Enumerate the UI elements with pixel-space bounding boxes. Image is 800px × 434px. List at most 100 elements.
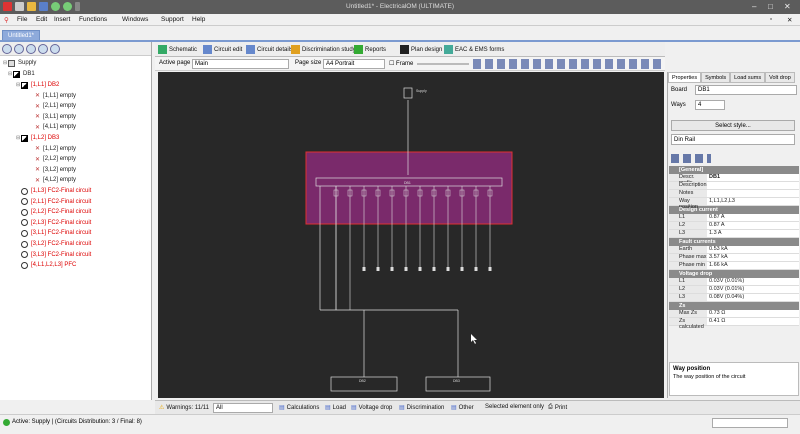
right-tab-properties[interactable]: Properties bbox=[668, 72, 702, 83]
property-value[interactable]: 1.3 A bbox=[707, 230, 799, 237]
tree-item[interactable]: [4,L1,L2,L3] PFC bbox=[16, 260, 76, 270]
property-row[interactable]: Descr. prefixDB1 bbox=[669, 174, 799, 186]
property-value[interactable]: 1.66 kA bbox=[707, 262, 799, 269]
property-row[interactable]: L2 0.03V (0.01%) bbox=[669, 286, 799, 294]
minimize-icon[interactable]: – bbox=[752, 2, 756, 11]
property-sort-icons[interactable] bbox=[671, 154, 711, 163]
menu-support[interactable]: Support bbox=[161, 16, 184, 23]
select-style-button[interactable]: Select style... bbox=[671, 120, 795, 131]
property-value[interactable]: 0.53 kA bbox=[707, 246, 799, 253]
property-section[interactable]: Design current bbox=[669, 206, 799, 214]
filter-discrimination[interactable]: ▤ Discrimination bbox=[399, 404, 444, 412]
property-row[interactable]: L1 0.87 A bbox=[669, 214, 799, 222]
property-row[interactable]: L3 0.08V (0.04%) bbox=[669, 294, 799, 302]
zoom-in-icon[interactable] bbox=[14, 44, 24, 54]
ways-select[interactable]: 4 bbox=[695, 100, 725, 110]
property-value[interactable] bbox=[707, 182, 799, 189]
board-name-input[interactable]: DB1 bbox=[695, 85, 797, 95]
property-value[interactable]: 0.87 A bbox=[707, 214, 799, 221]
property-row[interactable]: L2 0.87 A bbox=[669, 222, 799, 230]
property-row[interactable]: Earth 0.53 kA bbox=[669, 246, 799, 254]
tab-plan-design[interactable]: Plan design bbox=[400, 43, 442, 56]
property-section[interactable]: Fault currents bbox=[669, 238, 799, 246]
tree-item[interactable]: ✕ [2,L2] empty bbox=[30, 154, 76, 164]
selected-element-only-toggle[interactable]: Selected element only bbox=[485, 404, 544, 410]
property-value[interactable]: 0.03V (0.01%) bbox=[707, 278, 799, 285]
leaf-icon[interactable] bbox=[50, 44, 60, 54]
menu-help[interactable]: Help bbox=[192, 16, 205, 23]
warnings-toggle[interactable]: ⚠ Warnings: 11/11 bbox=[159, 404, 209, 412]
tree-item[interactable]: [3,L3] FC2-Final circuit bbox=[16, 250, 91, 260]
close-doc-icon[interactable]: ✕ bbox=[787, 16, 792, 24]
right-tab-symbols[interactable]: Symbols bbox=[701, 72, 731, 83]
tab-circuit-edit[interactable]: Circuit edit bbox=[203, 43, 242, 56]
property-section[interactable]: Voltage drop bbox=[669, 270, 799, 278]
supply-symbol[interactable] bbox=[403, 87, 413, 99]
property-section[interactable]: Zs bbox=[669, 302, 799, 310]
tab-eac-ems-forms[interactable]: EAC & EMS forms bbox=[444, 43, 504, 56]
frame-checkbox[interactable]: ☐ Frame bbox=[389, 60, 413, 67]
tree-item[interactable]: [2,L2] FC2-Final circuit bbox=[16, 207, 91, 217]
filter-voltage-drop[interactable]: ▤ Voltage drop bbox=[351, 404, 392, 412]
tree-item[interactable]: ⊟ [1,L1] DB2 bbox=[16, 80, 59, 90]
warnings-filter-select[interactable]: All bbox=[213, 403, 273, 413]
menu-file[interactable]: File bbox=[17, 16, 27, 23]
page-tools-icons[interactable] bbox=[473, 59, 661, 69]
property-row[interactable]: L3 1.3 A bbox=[669, 230, 799, 238]
property-row[interactable]: Phase max 3.57 kA bbox=[669, 254, 799, 262]
tree-item[interactable]: ✕ [3,L2] empty bbox=[30, 165, 76, 175]
property-value[interactable]: DB1 bbox=[707, 174, 799, 181]
app-menu-icon[interactable]: ⚲ bbox=[4, 16, 9, 24]
menu-windows[interactable]: Windows bbox=[122, 16, 148, 23]
tab-circuit-details[interactable]: Circuit details bbox=[246, 43, 293, 56]
menu-insert[interactable]: Insert bbox=[54, 16, 70, 23]
property-value[interactable]: 0.73 Ω bbox=[707, 310, 799, 317]
schematic-canvas[interactable]: Supply DB1 DB2 DB3 bbox=[158, 72, 664, 398]
schematic-drawing[interactable]: Supply DB1 DB2 DB3 bbox=[158, 72, 664, 398]
tab-discrimination-study[interactable]: Discrimination study bbox=[291, 43, 356, 56]
print-button[interactable]: ⎙ Print bbox=[548, 404, 567, 411]
property-value[interactable]: 1,L1,L2,L3 bbox=[707, 198, 799, 205]
property-row[interactable]: L1 0.03V (0.01%) bbox=[669, 278, 799, 286]
property-row[interactable]: Way position1,L1,L2,L3 bbox=[669, 198, 799, 210]
search-icon[interactable] bbox=[38, 44, 48, 54]
selected-board-highlight[interactable] bbox=[305, 151, 513, 225]
tree-item[interactable]: [2,L3] FC2-Final circuit bbox=[16, 218, 91, 228]
filter-load[interactable]: ▤ Load bbox=[325, 404, 346, 412]
tree-item[interactable]: [1,L3] FC2-Final circuit bbox=[16, 186, 91, 196]
property-value[interactable]: 0.41 Ω bbox=[707, 318, 799, 325]
right-tab-load-sums[interactable]: Load sums bbox=[730, 72, 766, 83]
close-icon[interactable]: ✕ bbox=[784, 2, 791, 11]
property-row[interactable]: Description bbox=[669, 182, 799, 190]
tree-item[interactable]: [3,L1] FC2-Final circuit bbox=[16, 228, 91, 238]
tree-item[interactable]: ✕ [1,L1] empty bbox=[30, 91, 76, 101]
property-value[interactable]: 3.57 kA bbox=[707, 254, 799, 261]
tab-reports[interactable]: Reports bbox=[354, 43, 386, 56]
tree-item[interactable]: ✕ [1,L2] empty bbox=[30, 144, 76, 154]
filter-other[interactable]: ▤ Other bbox=[451, 404, 474, 412]
tree-item[interactable]: [2,L1] FC2-Final circuit bbox=[16, 197, 91, 207]
right-tab-volt-drop[interactable]: Volt drop bbox=[765, 72, 795, 83]
property-value[interactable] bbox=[707, 190, 799, 197]
restore-icon[interactable]: ▫ bbox=[770, 16, 772, 23]
tree-item[interactable]: ⊟ [1,L2] DB3 bbox=[16, 133, 59, 143]
tree-board[interactable]: ⊟ DB1 bbox=[8, 69, 35, 79]
menu-edit[interactable]: Edit bbox=[36, 16, 47, 23]
property-row[interactable]: Notes bbox=[669, 190, 799, 198]
property-value[interactable]: 0.87 A bbox=[707, 222, 799, 229]
property-section[interactable]: [General] bbox=[669, 166, 799, 174]
menu-functions[interactable]: Functions bbox=[79, 16, 107, 23]
property-value[interactable]: 0.08V (0.04%) bbox=[707, 294, 799, 301]
tree-item[interactable]: ✕ [4,L1] empty bbox=[30, 122, 76, 132]
property-value[interactable]: 0.03V (0.01%) bbox=[707, 286, 799, 293]
property-row[interactable]: Max Zs 0.73 Ω bbox=[669, 310, 799, 318]
tab-schematic[interactable]: Schematic bbox=[158, 43, 197, 56]
property-row[interactable]: Phase min 1.66 kA bbox=[669, 262, 799, 270]
tree-tool-icon[interactable] bbox=[2, 44, 12, 54]
tree-item[interactable]: ✕ [4,L2] empty bbox=[30, 175, 76, 185]
active-page-select[interactable]: Main bbox=[192, 59, 289, 69]
maximize-icon[interactable]: □ bbox=[768, 2, 773, 11]
zoom-out-icon[interactable] bbox=[26, 44, 36, 54]
property-row[interactable]: Zs calculated 0.41 Ω bbox=[669, 318, 799, 330]
page-size-select[interactable]: A4 Portrait bbox=[323, 59, 385, 69]
